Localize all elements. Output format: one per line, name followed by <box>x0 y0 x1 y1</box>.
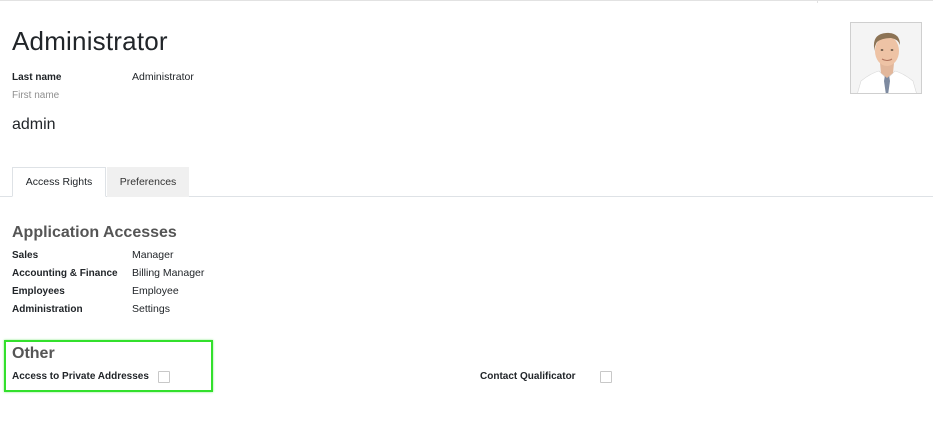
last-name-value[interactable]: Administrator <box>132 71 194 83</box>
tab-access-rights[interactable]: Access Rights <box>12 167 106 197</box>
tab-label: Access Rights <box>25 176 93 188</box>
access-label-employees: Employees <box>12 286 65 297</box>
access-label-accounting: Accounting & Finance <box>12 268 118 279</box>
tab-label: Preferences <box>119 176 177 188</box>
top-divider <box>0 0 933 3</box>
private-addresses-checkbox[interactable] <box>158 371 170 383</box>
last-name-label: Last name <box>12 72 62 83</box>
access-value-employees[interactable]: Employee <box>132 285 179 297</box>
application-accesses-title: Application Accesses <box>12 224 177 241</box>
access-label-sales: Sales <box>12 250 39 261</box>
record-title: Administrator <box>12 26 168 56</box>
contact-qualificator-label: Contact Qualificator <box>480 371 576 382</box>
other-section-title: Other <box>12 345 55 362</box>
user-avatar[interactable] <box>850 22 922 94</box>
top-divider-notch <box>817 0 818 3</box>
tab-preferences[interactable]: Preferences <box>107 167 189 197</box>
private-addresses-label: Access to Private Addresses <box>12 371 149 382</box>
access-value-administration[interactable]: Settings <box>132 303 170 315</box>
access-value-accounting[interactable]: Billing Manager <box>132 267 204 279</box>
user-photo-icon <box>851 23 921 93</box>
user-form-page: Administrator Last name Administrator Fi… <box>0 0 933 424</box>
login-field[interactable]: admin <box>12 116 56 134</box>
contact-qualificator-checkbox[interactable] <box>600 371 612 383</box>
access-label-administration: Administration <box>12 304 83 315</box>
access-value-sales[interactable]: Manager <box>132 249 173 261</box>
first-name-label: First name <box>12 90 60 101</box>
